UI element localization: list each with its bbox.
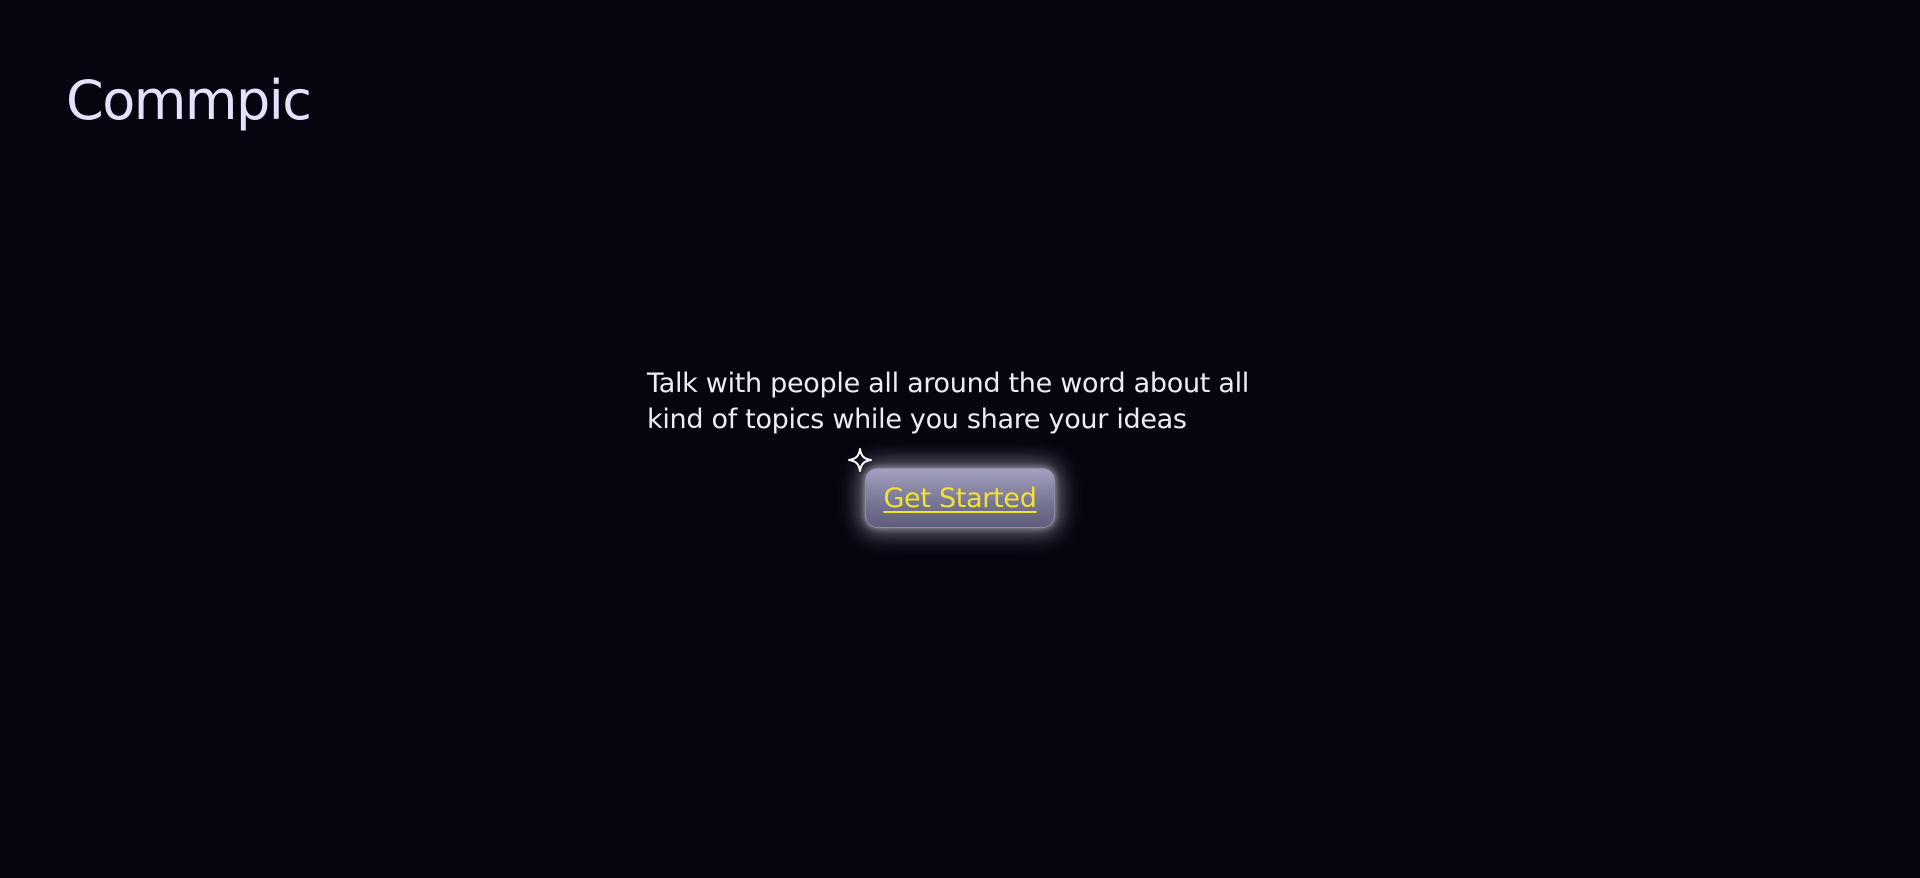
sparkle-icon: [848, 448, 872, 472]
get-started-button[interactable]: Get Started: [865, 468, 1055, 528]
get-started-label: Get Started: [883, 482, 1037, 514]
hero-tagline: Talk with people all around the word abo…: [647, 368, 1249, 435]
landing-page: Commpic Talk with people all around the …: [0, 0, 1920, 878]
logo-text[interactable]: Commpic: [66, 62, 312, 140]
